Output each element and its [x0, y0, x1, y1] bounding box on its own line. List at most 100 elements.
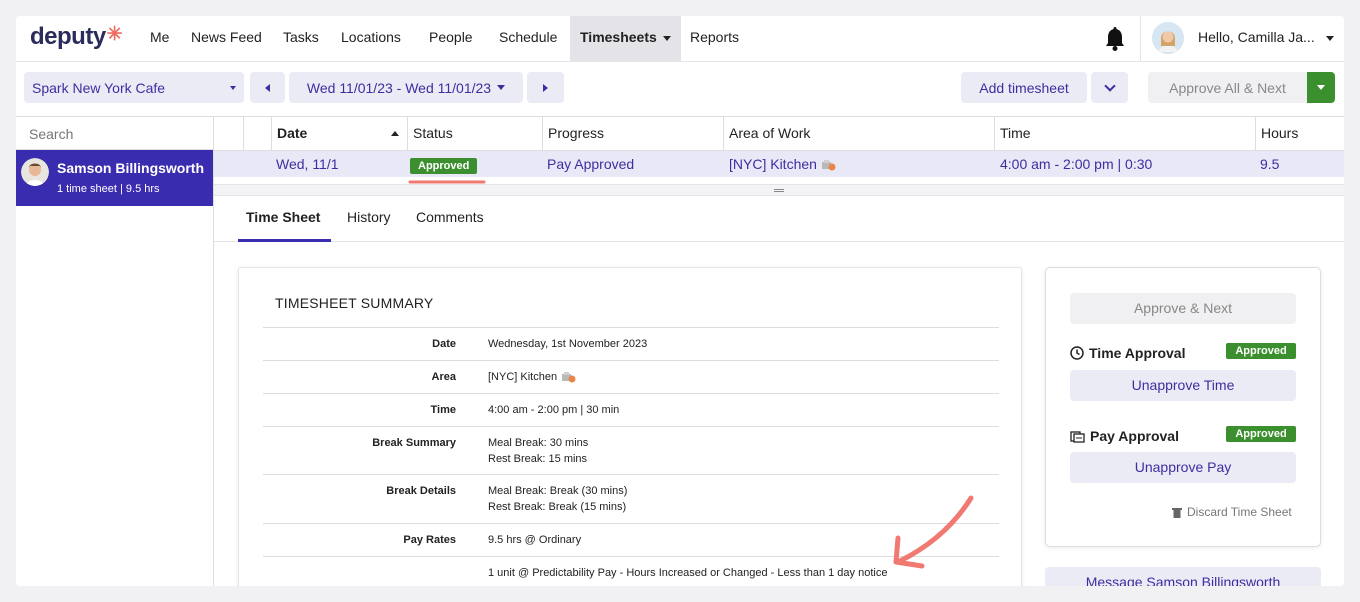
- prev-date-button[interactable]: [250, 72, 285, 103]
- summary-label: Break Details: [386, 485, 456, 497]
- row-date: Wed, 11/1: [276, 156, 339, 172]
- next-date-button[interactable]: [527, 72, 564, 103]
- table-header-date[interactable]: Date: [271, 117, 407, 150]
- row-area: [NYC] Kitchen: [729, 151, 836, 177]
- discard-label: Discard Time Sheet: [1187, 505, 1292, 519]
- summary-line: Rest Break: 15 mins: [488, 453, 588, 465]
- summary-value: 1 unit @ Predictability Pay - Hours Incr…: [488, 567, 888, 579]
- table-header-area[interactable]: Area of Work: [723, 117, 994, 150]
- table-header-select: [243, 117, 271, 150]
- row-hours: 9.5: [1260, 156, 1280, 172]
- summary-label: Pay Rates: [403, 534, 456, 546]
- user-greeting: Hello, Camilla Ja...: [1198, 29, 1315, 45]
- unapprove-pay-button[interactable]: Unapprove Pay: [1070, 452, 1296, 483]
- table-header-time[interactable]: Time: [994, 117, 1255, 150]
- pay-approval-text: Pay Approval: [1090, 428, 1179, 444]
- bell-icon[interactable]: [1104, 26, 1126, 52]
- employee-summary: 1 time sheet | 9.5 hrs: [57, 183, 160, 195]
- summary-label: Break Summary: [372, 437, 456, 449]
- deputy-logo[interactable]: deputy✳: [30, 23, 123, 51]
- date-range-label: Wed 11/01/23 - Wed 11/01/23: [306, 79, 492, 96]
- row-area-label: [NYC] Kitchen: [729, 156, 817, 172]
- approval-card: Approve & Next Time Approval Approved Un…: [1045, 267, 1321, 547]
- status-badge: Approved: [410, 158, 478, 174]
- employee-list-panel: Search Samson Billingsworth 1 time sheet…: [16, 116, 214, 586]
- clock-icon: [1070, 346, 1084, 360]
- discard-timesheet-link[interactable]: Discard Time Sheet: [1172, 505, 1292, 519]
- table-header-progress[interactable]: Progress: [542, 117, 723, 150]
- nav-tasks[interactable]: Tasks: [283, 16, 319, 62]
- approve-all-dropdown[interactable]: [1307, 72, 1335, 103]
- summary-value: [NYC] Kitchen: [488, 369, 576, 385]
- summary-row-area: Area [NYC] Kitchen: [263, 360, 999, 393]
- nav-timesheets[interactable]: Timesheets: [570, 16, 681, 62]
- tab-history[interactable]: History: [347, 209, 391, 225]
- table-row[interactable]: Wed, 11/1 Approved Pay Approved [NYC] Ki…: [214, 151, 1344, 177]
- money-icon: [1070, 430, 1085, 443]
- nav-people[interactable]: People: [429, 16, 473, 62]
- summary-value: Wednesday, 1st November 2023: [488, 338, 648, 350]
- table-header-blank: [214, 117, 243, 150]
- summary-value: Meal Break: Break (30 mins) Rest Break: B…: [488, 483, 627, 515]
- trash-icon: [1172, 507, 1182, 518]
- chevron-left-icon: [265, 83, 270, 92]
- approve-all-next-button[interactable]: Approve All & Next: [1148, 72, 1307, 103]
- table-header-date-label: Date: [277, 125, 308, 141]
- summary-row-time: Time 4:00 am - 2:00 pm | 30 min: [263, 393, 999, 426]
- nav-locations[interactable]: Locations: [341, 16, 401, 62]
- summary-area-text: [NYC] Kitchen: [488, 371, 558, 383]
- location-select[interactable]: Spark New York Cafe: [24, 72, 244, 103]
- timesheet-table-header: Date Status Progress Area of Work Time H…: [214, 116, 1344, 151]
- user-avatar[interactable]: [1152, 22, 1184, 54]
- summary-label: Time: [430, 404, 456, 416]
- row-status: Approved: [410, 151, 478, 177]
- date-range-select[interactable]: Wed 11/01/23 - Wed 11/01/23: [289, 72, 523, 103]
- add-timesheet-button[interactable]: Add timesheet: [961, 72, 1087, 103]
- logo-burst-icon: ✳: [106, 24, 123, 45]
- top-nav: deputy✳ Me News Feed Tasks Locations Peo…: [16, 16, 1344, 62]
- chevron-right-icon: [543, 83, 548, 92]
- user-menu[interactable]: Hello, Camilla Ja...: [1198, 29, 1334, 45]
- nav-reports[interactable]: Reports: [690, 16, 739, 62]
- row-time: 4:00 am - 2:00 pm | 0:30: [1000, 156, 1153, 172]
- unapprove-time-button[interactable]: Unapprove Time: [1070, 370, 1296, 401]
- nav-separator: [1140, 16, 1141, 62]
- summary-label: Date: [432, 338, 456, 350]
- time-approval-text: Time Approval: [1089, 345, 1186, 361]
- chevron-down-icon: [230, 85, 236, 90]
- nav-timesheets-label: Timesheets: [580, 29, 657, 45]
- chevron-down-icon: [662, 35, 671, 41]
- area-kitchen-icon: [562, 372, 576, 383]
- nav-news-feed[interactable]: News Feed: [191, 16, 262, 62]
- area-kitchen-icon: [821, 160, 836, 171]
- time-approval-label: Time Approval: [1070, 345, 1185, 361]
- sort-asc-icon: [391, 131, 399, 136]
- summary-value: 9.5 hrs @ Ordinary: [488, 534, 582, 546]
- employee-search-input[interactable]: Search: [16, 116, 213, 150]
- app-window: deputy✳ Me News Feed Tasks Locations Peo…: [16, 16, 1344, 586]
- table-header-status[interactable]: Status: [407, 117, 542, 150]
- add-timesheet-dropdown[interactable]: [1091, 72, 1128, 103]
- chevron-down-icon: [1103, 79, 1116, 92]
- message-employee-button[interactable]: Message Samson Billingsworth: [1045, 567, 1321, 586]
- nav-schedule[interactable]: Schedule: [499, 16, 557, 62]
- employee-avatar: [21, 158, 49, 186]
- row-progress: Pay Approved: [547, 156, 635, 172]
- employee-list-item[interactable]: Samson Billingsworth 1 time sheet | 9.5 …: [16, 150, 213, 206]
- summary-title: TIMESHEET SUMMARY: [275, 295, 434, 311]
- detail-tabs: Time Sheet History Comments: [214, 196, 1344, 242]
- summary-row-break-summary: Break Summary Meal Break: 30 mins Rest Br…: [263, 426, 999, 474]
- summary-label: Area: [431, 371, 456, 383]
- annotation-arrow: [893, 495, 974, 569]
- approve-next-button[interactable]: Approve & Next: [1070, 293, 1296, 324]
- tab-time-sheet[interactable]: Time Sheet: [246, 209, 320, 225]
- panel-resize-handle[interactable]: [214, 184, 1344, 196]
- table-header-hours[interactable]: Hours: [1255, 117, 1344, 150]
- tab-comments[interactable]: Comments: [416, 209, 484, 225]
- pay-approval-label: Pay Approval: [1070, 428, 1179, 444]
- chevron-down-icon: [1325, 35, 1334, 41]
- summary-row-date: Date Wednesday, 1st November 2023: [263, 327, 999, 360]
- location-label: Spark New York Cafe: [32, 79, 166, 96]
- nav-me[interactable]: Me: [150, 16, 169, 62]
- employee-name: Samson Billingsworth: [57, 160, 205, 176]
